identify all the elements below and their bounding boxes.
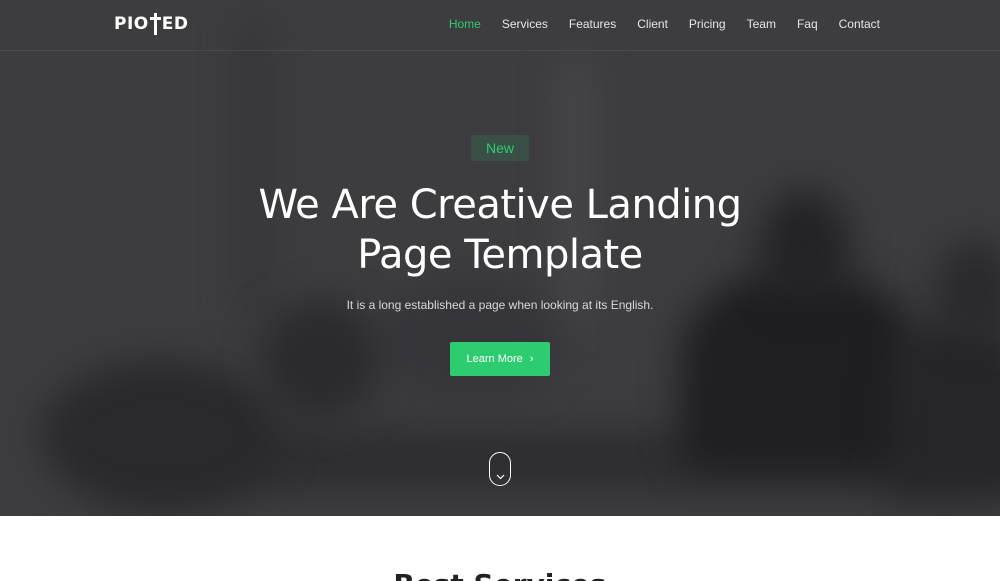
nav-link-services[interactable]: Services xyxy=(502,17,548,31)
new-badge: New xyxy=(471,135,529,161)
chevron-down-icon xyxy=(496,474,504,480)
hero-title-line-1: We Are Creative Landing xyxy=(258,182,742,228)
nav-link-home[interactable]: Home xyxy=(449,17,481,31)
chevron-right-icon: › xyxy=(529,352,534,365)
learn-more-label: Learn More xyxy=(466,353,523,365)
top-navbar: PIO ED Home Services Features Client Pri… xyxy=(0,0,1000,51)
hero-title: We Are Creative Landing Page Template xyxy=(200,180,800,280)
hero-section: PIO ED Home Services Features Client Pri… xyxy=(0,0,1000,516)
hero-title-line-2: Page Template xyxy=(357,232,643,278)
nav-link-contact[interactable]: Contact xyxy=(839,17,880,31)
nav-link-faq[interactable]: Faq xyxy=(797,17,818,31)
nav-link-pricing[interactable]: Pricing xyxy=(689,17,726,31)
site-logo[interactable]: PIO ED xyxy=(114,13,188,35)
section-title-light: Best xyxy=(393,568,473,581)
logo-text-left: PIO xyxy=(114,14,149,34)
section-title: Best Services xyxy=(0,568,1000,581)
nav-link-team[interactable]: Team xyxy=(747,17,776,31)
hero-subtitle: It is a long established a page when loo… xyxy=(346,298,654,312)
backdrop-shape xyxy=(40,360,280,510)
backdrop-shape xyxy=(260,300,380,420)
section-title-bold: Services xyxy=(474,568,607,581)
learn-more-button[interactable]: Learn More › xyxy=(450,342,550,376)
cross-logo-icon xyxy=(149,13,161,35)
backdrop-shape xyxy=(890,320,1000,500)
nav-link-features[interactable]: Features xyxy=(569,17,616,31)
mouse-scroll-icon[interactable] xyxy=(489,452,511,486)
services-section: Best Services xyxy=(0,516,1000,581)
main-menu: Home Services Features Client Pricing Te… xyxy=(428,17,880,31)
nav-link-client[interactable]: Client xyxy=(637,17,668,31)
logo-text-right: ED xyxy=(161,14,189,34)
